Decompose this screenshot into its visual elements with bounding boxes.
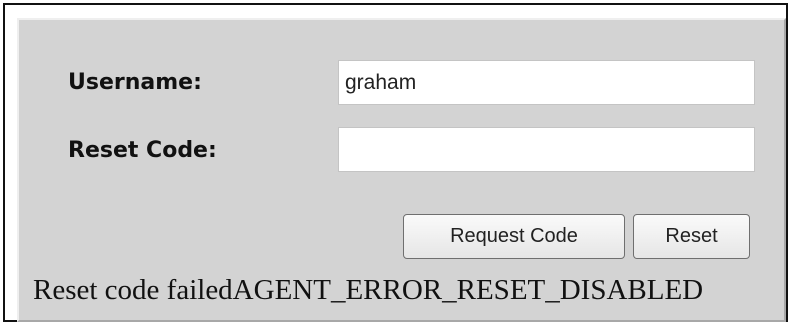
reset-button[interactable]: Reset xyxy=(633,214,750,259)
reset-code-input[interactable] xyxy=(338,127,755,172)
reset-form-panel: Username: Reset Code: Request Code Reset… xyxy=(17,18,786,322)
username-label: Username: xyxy=(68,70,202,95)
request-code-button[interactable]: Request Code xyxy=(403,214,625,259)
reset-code-label: Reset Code: xyxy=(68,138,217,163)
username-input[interactable] xyxy=(338,60,755,105)
reset-form-frame: Username: Reset Code: Request Code Reset… xyxy=(3,3,788,322)
status-message: Reset code failedAGENT_ERROR_RESET_DISAB… xyxy=(33,274,704,306)
